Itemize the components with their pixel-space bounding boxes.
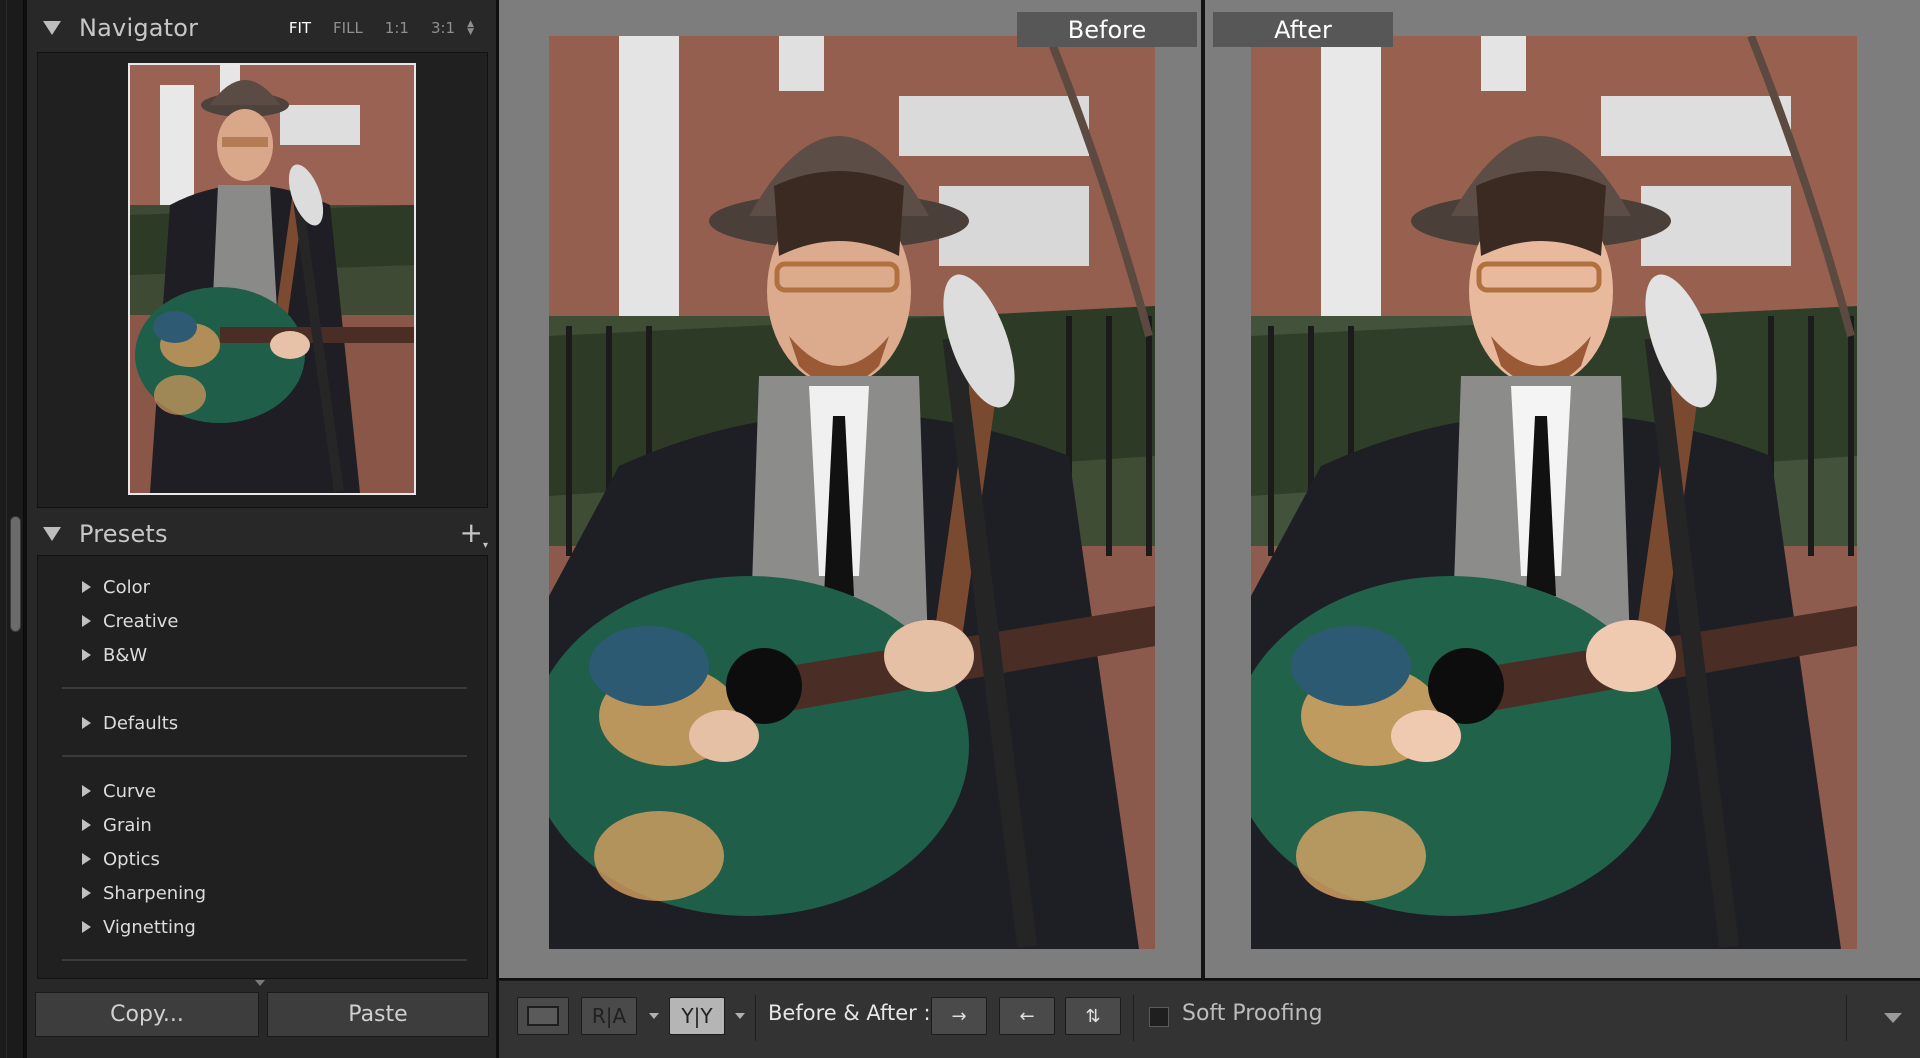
plus-icon[interactable]: +▾ (460, 516, 489, 551)
expand-triangle-icon (82, 785, 91, 797)
chevron-down-icon[interactable] (649, 1013, 659, 1019)
navigator-header[interactable]: Navigator FIT FILL 1:1 3:1 ▲ ▼ (27, 0, 496, 56)
preset-divider (62, 755, 467, 757)
copy-before-to-after-icon: → (951, 1005, 967, 1027)
toolbar-separator (1133, 995, 1134, 1041)
left-panel: Navigator FIT FILL 1:1 3:1 ▲ ▼ Presets +… (27, 0, 496, 1058)
left-panel-scrollbar[interactable] (10, 516, 21, 632)
before-photo[interactable] (549, 36, 1155, 949)
preset-group-color[interactable]: Color (82, 571, 150, 603)
panel-expand-arrow-icon[interactable] (255, 980, 265, 986)
bottom-toolbar: R|A Y|Y Before & After : → ← ⇅ Soft Proo… (499, 980, 1920, 1058)
zoom-mode-fit[interactable]: FIT (289, 19, 311, 37)
before-label: Before (1017, 12, 1197, 47)
preset-group-bw[interactable]: B&W (82, 639, 147, 671)
navigator-title: Navigator (79, 14, 199, 42)
expand-triangle-icon (82, 717, 91, 729)
toolbar-menu-chevron-icon[interactable] (1884, 1013, 1902, 1023)
copy-before-to-after-button[interactable]: → (931, 997, 987, 1035)
compare-divider[interactable] (1201, 0, 1205, 978)
toolbar-separator (755, 995, 756, 1041)
loupe-view-icon (527, 1006, 559, 1026)
copy-after-to-before-icon: ← (1019, 1005, 1035, 1027)
after-photo-image (1251, 36, 1857, 949)
preset-group-curve[interactable]: Curve (82, 775, 156, 807)
preset-group-grain[interactable]: Grain (82, 809, 152, 841)
presets-title: Presets (79, 520, 168, 548)
collapse-triangle-icon[interactable] (43, 21, 61, 35)
expand-triangle-icon (82, 649, 91, 661)
zoom-stepper-icon[interactable]: ▲ ▼ (467, 20, 474, 37)
chevron-down-icon[interactable] (735, 1013, 745, 1019)
presets-list: Color Creative B&W Defaults Curve Grain … (37, 555, 488, 979)
navigator-thumbnail[interactable] (128, 63, 416, 495)
expand-triangle-icon (82, 819, 91, 831)
expand-triangle-icon (82, 921, 91, 933)
preset-divider (62, 959, 467, 961)
before-after-left-right-button[interactable]: R|A (581, 997, 637, 1035)
compare-view: Before After (499, 0, 1920, 978)
navigator-zoom-modes: FIT FILL 1:1 3:1 ▲ ▼ (289, 0, 496, 56)
presets-header[interactable]: Presets +▾ (27, 506, 496, 562)
zoom-mode-fill[interactable]: FILL (333, 19, 363, 37)
expand-triangle-icon (82, 853, 91, 865)
swap-before-after-button[interactable]: ⇅ (1065, 997, 1121, 1035)
preset-group-defaults[interactable]: Defaults (82, 707, 178, 739)
after-label: After (1213, 12, 1393, 47)
copy-settings-button[interactable]: Copy... (35, 992, 259, 1037)
navigator-preview[interactable] (37, 52, 488, 508)
paste-settings-button[interactable]: Paste (267, 992, 489, 1037)
zoom-mode-3-1[interactable]: 3:1 (431, 19, 455, 37)
preset-group-vignetting[interactable]: Vignetting (82, 911, 196, 943)
swap-before-after-icon: ⇅ (1085, 1005, 1101, 1027)
preset-group-creative[interactable]: Creative (82, 605, 178, 637)
before-after-label: Before & After : (768, 1001, 931, 1025)
soft-proofing-label: Soft Proofing (1182, 1001, 1323, 1026)
toolbar-separator (1846, 995, 1847, 1041)
after-photo[interactable] (1251, 36, 1857, 949)
navigator-photo-image (130, 65, 414, 493)
loupe-view-button[interactable] (517, 997, 569, 1035)
zoom-mode-1-1[interactable]: 1:1 (385, 19, 409, 37)
preset-group-sharpening[interactable]: Sharpening (82, 877, 206, 909)
before-after-top-bottom-button[interactable]: Y|Y (669, 997, 725, 1035)
collapse-triangle-icon[interactable] (43, 527, 61, 541)
expand-triangle-icon (82, 581, 91, 593)
copy-after-to-before-button[interactable]: ← (999, 997, 1055, 1035)
preset-group-optics[interactable]: Optics (82, 843, 160, 875)
expand-triangle-icon (82, 887, 91, 899)
preset-divider (62, 687, 467, 689)
soft-proofing-checkbox[interactable] (1149, 1007, 1169, 1027)
before-photo-image (549, 36, 1155, 949)
expand-triangle-icon (82, 615, 91, 627)
